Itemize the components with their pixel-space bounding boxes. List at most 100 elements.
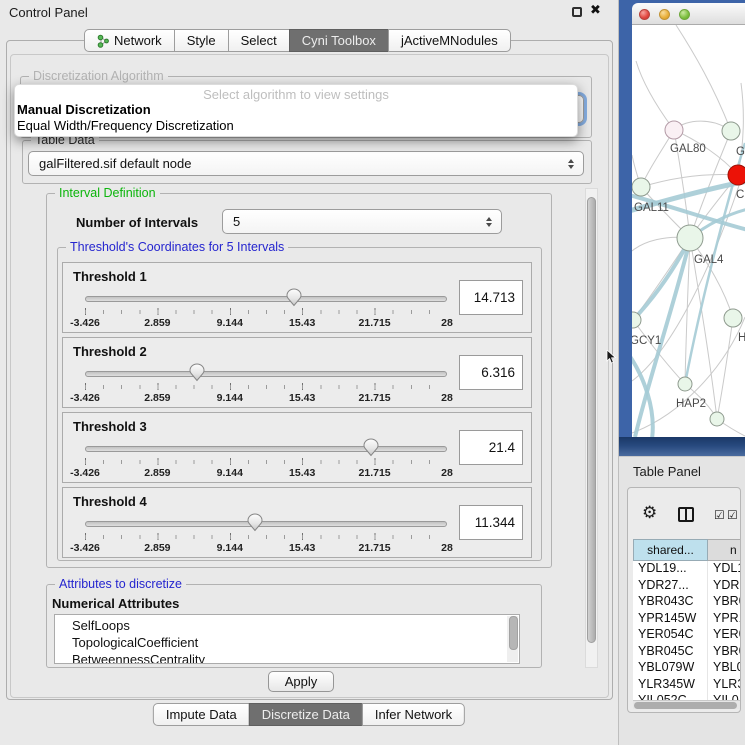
table-row[interactable]: YLR345WYLR3: [633, 677, 741, 694]
network-canvas[interactable]: GAL80 GA C GAL11 GAL4 GCY1 H HAP2: [632, 25, 745, 437]
cell[interactable]: YIL0: [708, 693, 741, 700]
cell[interactable]: YDL1: [708, 561, 741, 578]
table-row[interactable]: YPR145WYPR1: [633, 611, 741, 628]
threshold-1-slider[interactable]: -3.426 2.859 9.144 15.43 21.715 28: [85, 287, 447, 331]
cell[interactable]: YLR3: [708, 677, 741, 694]
node-gal11[interactable]: [632, 178, 650, 196]
cell[interactable]: YDL19...: [633, 561, 708, 578]
table-row[interactable]: YBR043CYBR0: [633, 594, 741, 611]
column-header-shared-name[interactable]: shared...: [633, 539, 708, 561]
table-row[interactable]: YIL052CYIL0: [633, 693, 741, 700]
node-hap2[interactable]: [678, 377, 692, 391]
cell[interactable]: YIL052C: [633, 693, 708, 700]
threshold-4-value[interactable]: 11.344: [459, 505, 523, 540]
tick-label: -3.426: [70, 467, 100, 479]
minimize-traffic-light[interactable]: [659, 9, 670, 20]
table-hscrollbar-thumb[interactable]: [634, 702, 737, 709]
tab-network[interactable]: Network: [84, 29, 175, 52]
table-row[interactable]: YDL19...YDL1: [633, 561, 741, 578]
column-header-name[interactable]: n: [708, 539, 741, 561]
table-row[interactable]: YBL079WYBL0: [633, 660, 741, 677]
tab-label: Infer Network: [375, 707, 452, 722]
table-row[interactable]: YBR045CYBR0: [633, 644, 741, 661]
slider-minor-ticks: [85, 310, 447, 314]
num-intervals-combobox[interactable]: 5: [222, 209, 502, 234]
cell[interactable]: YPR145W: [633, 611, 708, 628]
columns-icon[interactable]: [678, 507, 694, 522]
slider-thumb[interactable]: [286, 288, 302, 307]
node-label: GAL4: [694, 254, 724, 266]
slider-minor-ticks: [85, 460, 447, 464]
threshold-label: Threshold 1: [73, 269, 147, 284]
table-data-combobox[interactable]: galFiltered.sif default node: [28, 151, 584, 176]
combobox-arrows-icon: [481, 217, 497, 227]
tab-jactivemnodules[interactable]: jActiveMNodules: [388, 29, 511, 52]
zoom-traffic-light[interactable]: [679, 9, 690, 20]
node-selected-red[interactable]: [728, 165, 745, 185]
cell[interactable]: YLR345W: [633, 677, 708, 694]
cell[interactable]: YDR27...: [633, 578, 708, 595]
cell[interactable]: YBL079W: [633, 660, 708, 677]
node-h[interactable]: [724, 309, 742, 327]
tick-label: 21.715: [359, 542, 391, 554]
cell[interactable]: YBR0: [708, 644, 741, 661]
cell[interactable]: YBR043C: [633, 594, 708, 611]
table-row[interactable]: YDR27...YDR2: [633, 578, 741, 595]
tab-select[interactable]: Select: [228, 29, 290, 52]
slider-track[interactable]: [85, 371, 447, 377]
close-icon[interactable]: ✖: [590, 3, 601, 18]
tab-impute-data[interactable]: Impute Data: [153, 703, 250, 726]
dropdown-item-equal-width-frequency[interactable]: Equal Width/Frequency Discretization: [15, 118, 577, 134]
tab-discretize-data[interactable]: Discretize Data: [249, 703, 363, 726]
slider-thumb[interactable]: [363, 438, 379, 457]
close-traffic-light[interactable]: [639, 9, 650, 20]
threshold-3-slider[interactable]: -3.426 2.859 9.144 15.43 21.715 28: [85, 437, 447, 481]
dropdown-item-manual-discretization[interactable]: Manual Discretization: [15, 102, 577, 118]
cell[interactable]: YER054C: [633, 627, 708, 644]
slider-track[interactable]: [85, 446, 447, 452]
threshold-4-slider[interactable]: -3.426 2.859 9.144 15.43 21.715 28: [85, 512, 447, 556]
tick-label: 15.43: [289, 542, 315, 554]
tab-style[interactable]: Style: [174, 29, 229, 52]
panel-scrollbar-thumb[interactable]: [587, 197, 596, 643]
threshold-2-value[interactable]: 6.316: [459, 355, 523, 390]
tab-cyni-toolbox[interactable]: Cyni Toolbox: [289, 29, 389, 52]
node-top-right[interactable]: [722, 122, 740, 140]
checkbox-icon[interactable]: ☑: [714, 508, 725, 522]
cell[interactable]: YBR045C: [633, 644, 708, 661]
float-window-icon[interactable]: [572, 7, 582, 17]
table-panel: Table Panel ⚙ ☑ ☑ shared... n YDL19...YD…: [619, 456, 745, 745]
checkbox-icon[interactable]: ☑: [727, 508, 738, 522]
table-rows: YDL19...YDL1 YDR27...YDR2 YBR043CYBR0 YP…: [633, 561, 741, 700]
cell[interactable]: YPR1: [708, 611, 741, 628]
slider-thumb[interactable]: [247, 513, 263, 532]
cell[interactable]: YER0: [708, 627, 741, 644]
threshold-3-value[interactable]: 21.4: [459, 430, 523, 465]
group-title: Discretization Algorithm: [29, 69, 168, 84]
node-bottom[interactable]: [710, 412, 724, 426]
combobox-value: galFiltered.sif default node: [29, 156, 563, 171]
cell[interactable]: YBR0: [708, 594, 741, 611]
node-gal4[interactable]: [677, 225, 703, 251]
node-label: GA: [736, 146, 745, 158]
gear-icon[interactable]: ⚙: [642, 504, 657, 522]
cell[interactable]: YDR2: [708, 578, 741, 595]
combobox-value: 5: [223, 214, 481, 229]
tab-infer-network[interactable]: Infer Network: [362, 703, 465, 726]
list-item[interactable]: BetweennessCentrality: [55, 651, 519, 664]
cyni-subtab-bar: Impute Data Discretize Data Infer Networ…: [153, 703, 465, 726]
threshold-1-value[interactable]: 14.713: [459, 280, 523, 315]
cell[interactable]: YBL0: [708, 660, 741, 677]
slider-track[interactable]: [85, 296, 447, 302]
network-window-titlebar[interactable]: [632, 3, 745, 25]
tick-label: 2.859: [144, 317, 170, 329]
list-item[interactable]: TopologicalCoefficient: [55, 634, 519, 651]
slider-track[interactable]: [85, 521, 447, 527]
threshold-2-slider[interactable]: -3.426 2.859 9.144 15.43 21.715 28: [85, 362, 447, 406]
list-scrollbar-thumb[interactable]: [509, 616, 518, 650]
slider-thumb[interactable]: [189, 363, 205, 382]
table-row[interactable]: YER054CYER0: [633, 627, 741, 644]
list-item[interactable]: SelfLoops: [55, 617, 519, 634]
apply-button[interactable]: Apply: [268, 671, 334, 692]
node-gal80[interactable]: [665, 121, 683, 139]
